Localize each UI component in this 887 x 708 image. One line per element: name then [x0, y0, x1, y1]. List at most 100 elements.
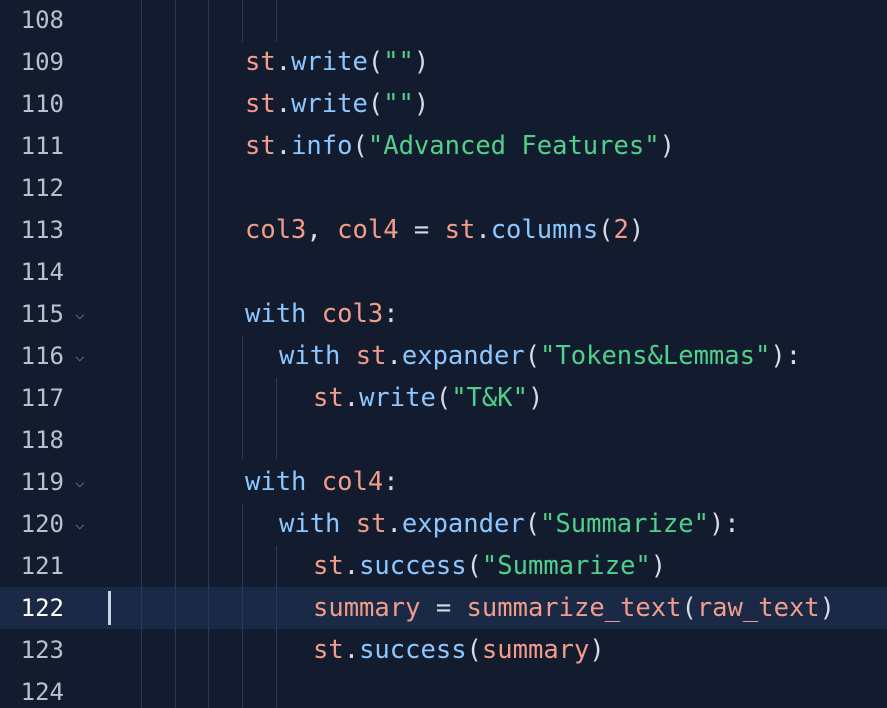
code-token: col3 [245, 215, 307, 245]
indent-guide [276, 546, 277, 708]
code-text: st.write("") [245, 83, 429, 125]
code-token: ( [367, 47, 384, 77]
code-token: columns [490, 215, 599, 245]
fold-chevron-icon[interactable]: ⌵ [75, 503, 85, 545]
code-line[interactable]: 117 st.write("T&K") [0, 377, 887, 419]
code-token: write [359, 383, 436, 413]
line-number: 119 [20, 468, 64, 496]
code-line[interactable]: 109 st.write("") [0, 41, 887, 83]
code-text: with st.expander("Tokens&Lemmas"): [279, 335, 801, 377]
line-number: 117 [20, 384, 64, 412]
code-token: : [383, 467, 399, 497]
indent-guide [276, 378, 277, 460]
code-token: "Advanced Features" [367, 131, 660, 161]
code-token: . [475, 215, 491, 245]
code-token: ) [659, 131, 675, 161]
code-editor[interactable]: 108 109 st.write("") 110 st.write("") 111 st.i… [0, 0, 887, 708]
code-text: with col3: [245, 293, 399, 335]
code-token: with [279, 509, 341, 539]
code-line[interactable]: 116 ⌵ with st.expander("Tokens&Lemmas"): [0, 335, 887, 377]
code-line[interactable]: 122 summary = summarize_text(raw_text) [0, 587, 887, 629]
line-number: 110 [20, 90, 64, 118]
line-number: 115 [20, 300, 64, 328]
code-text: with st.expander("Summarize"): [279, 503, 740, 545]
code-token: expander [401, 341, 525, 371]
line-number: 118 [20, 426, 64, 454]
code-line[interactable]: 111 st.info("Advanced Features") [0, 125, 887, 167]
code-line[interactable]: 120 ⌵ with st.expander("Summarize"): [0, 503, 887, 545]
indent-guide [175, 0, 176, 708]
code-line[interactable]: 110 st.write("") [0, 83, 887, 125]
code-token: ): [770, 341, 802, 371]
line-number: 121 [20, 552, 64, 580]
code-token: with [245, 299, 307, 329]
code-line[interactable]: 119 ⌵ with col4: [0, 461, 887, 503]
code-token: . [343, 635, 360, 665]
code-token: = [398, 215, 445, 245]
code-token: "T&K" [451, 383, 528, 413]
code-token: ( [352, 131, 368, 161]
code-token: ( [681, 593, 697, 623]
text-cursor [108, 591, 111, 625]
code-text: st.info("Advanced Features") [245, 125, 675, 167]
code-token: = [420, 593, 467, 623]
code-token: ) [589, 635, 605, 665]
code-token: , [306, 215, 338, 245]
code-token: with [279, 341, 341, 371]
code-token: st [245, 89, 276, 119]
code-line[interactable]: 114 [0, 251, 887, 293]
code-token: "" [383, 47, 414, 77]
line-number: 109 [20, 48, 64, 76]
code-line[interactable]: 113 col3, col4 = st.columns(2) [0, 209, 887, 251]
fold-chevron-icon[interactable]: ⌵ [75, 461, 85, 503]
code-token: ( [524, 509, 541, 539]
code-token: st [313, 383, 344, 413]
code-line[interactable]: 124 [0, 671, 887, 708]
code-token: "Summarize" [540, 509, 709, 539]
code-token: ( [435, 383, 452, 413]
code-token: ) [413, 47, 430, 77]
code-token: ) [650, 551, 667, 581]
code-text: with col4: [245, 461, 399, 503]
line-number: 112 [20, 174, 64, 202]
code-line[interactable]: 123 st.success(summary) [0, 629, 887, 671]
code-text: st.write("T&K") [313, 377, 543, 419]
code-token: . [386, 341, 402, 371]
indent-guide [141, 0, 142, 708]
code-token: ( [466, 635, 482, 665]
indent-guide [276, 0, 277, 42]
code-token: summary [313, 593, 421, 623]
line-number: 124 [20, 678, 64, 706]
code-text: st.write("") [245, 41, 429, 83]
fold-chevron-icon[interactable]: ⌵ [75, 335, 85, 377]
line-number: 108 [20, 6, 64, 34]
code-token: with [245, 467, 307, 497]
code-token: . [275, 89, 292, 119]
code-line[interactable]: 112 [0, 167, 887, 209]
code-token: col4 [337, 215, 399, 245]
code-token: ) [628, 215, 645, 245]
code-token: st [313, 551, 344, 581]
code-token: st [355, 509, 387, 539]
line-number: 123 [20, 636, 64, 664]
code-token: . [386, 509, 402, 539]
code-line[interactable]: 115 ⌵ with col3: [0, 293, 887, 335]
code-token: ) [819, 593, 836, 623]
code-token: "" [383, 89, 414, 119]
code-token: "Tokens&Lemmas" [540, 341, 771, 371]
code-line[interactable]: 118 [0, 419, 887, 461]
code-line[interactable]: 108 [0, 0, 887, 41]
code-token: ( [466, 551, 482, 581]
code-token: "Summarize" [481, 551, 651, 581]
code-token: 2 [613, 215, 629, 245]
indent-guide [242, 504, 243, 708]
code-line[interactable]: 121 st.success("Summarize") [0, 545, 887, 587]
line-number: 111 [20, 132, 64, 160]
indent-guide [242, 0, 243, 42]
code-token: ) [527, 383, 544, 413]
code-token: . [275, 131, 292, 161]
fold-chevron-icon[interactable]: ⌵ [75, 293, 85, 335]
